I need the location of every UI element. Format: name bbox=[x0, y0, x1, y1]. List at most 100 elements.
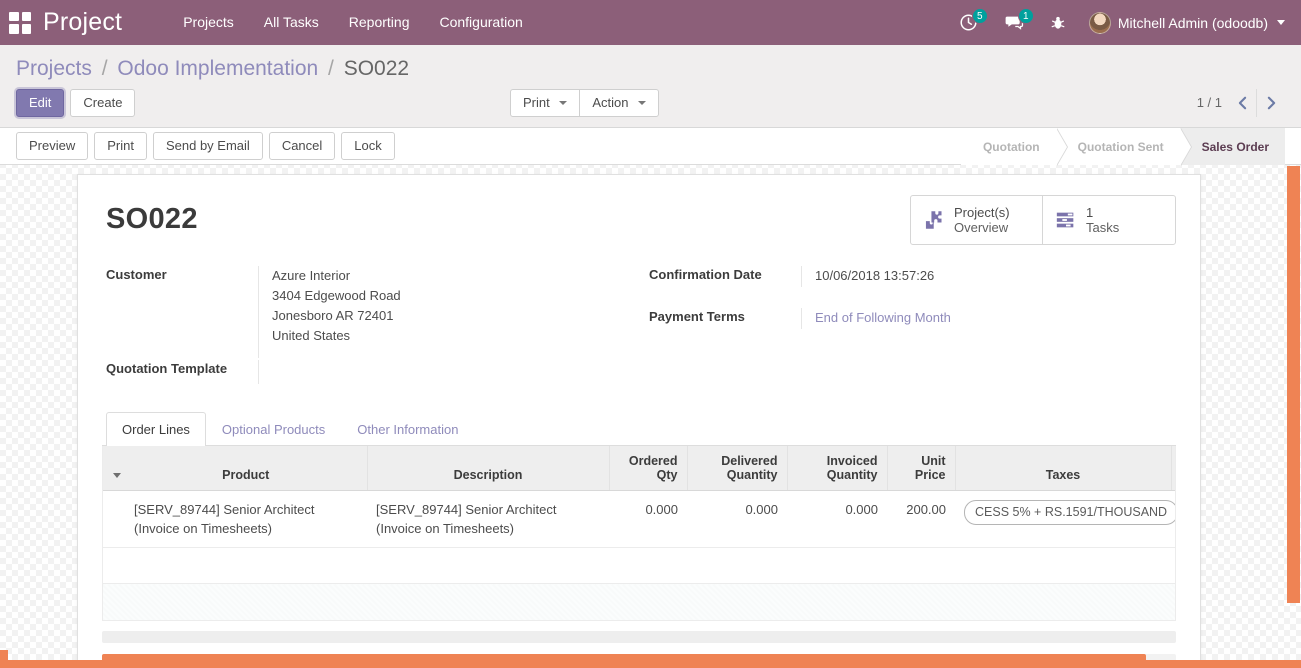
column-header-product[interactable]: Product bbox=[125, 446, 368, 491]
user-name-label: Mitchell Admin (odoodb) bbox=[1117, 14, 1268, 31]
messages-count-badge: 1 bbox=[1017, 8, 1034, 24]
messages-menu-button[interactable]: 1 bbox=[991, 0, 1037, 45]
print-button[interactable]: Print bbox=[94, 132, 147, 160]
vertical-scrollbar-thumb[interactable] bbox=[1287, 166, 1300, 603]
chevron-left-icon bbox=[1238, 96, 1247, 109]
status-step-sales-order[interactable]: Sales Order bbox=[1179, 128, 1285, 165]
stat-button-box: Project(s) Overview 1 Tasks bbox=[910, 195, 1176, 245]
field-customer-label: Customer bbox=[106, 267, 167, 282]
tax-tag[interactable]: CESS 5% + RS.1591/THOUSAND bbox=[964, 500, 1175, 525]
sort-handle-header[interactable] bbox=[103, 446, 125, 491]
control-panel-dropdowns: Print Action bbox=[510, 88, 660, 117]
column-header-taxes[interactable]: Taxes bbox=[955, 446, 1172, 491]
chevron-down-icon bbox=[1277, 20, 1285, 25]
status-step-quotation-sent[interactable]: Quotation Sent bbox=[1055, 127, 1192, 166]
form-column-right: Confirmation Date 10/06/2018 13:57:26 Pa… bbox=[641, 266, 1176, 386]
breadcrumb-separator-2: / bbox=[328, 57, 334, 80]
debug-menu-button[interactable] bbox=[1037, 0, 1079, 45]
cell-description[interactable]: [SERV_89744] Senior Architect (Invoice o… bbox=[367, 490, 609, 548]
column-header-delivered-quantity[interactable]: Delivered Quantity bbox=[687, 446, 788, 491]
navbar-systray: 5 1 Mitchell Admin (odoodb) bbox=[946, 0, 1301, 45]
tab-other-information[interactable]: Other Information bbox=[341, 412, 474, 446]
column-header-description[interactable]: Description bbox=[367, 446, 610, 491]
field-confirmation-date-value[interactable]: 10/06/2018 13:57:26 bbox=[801, 266, 1176, 287]
order-lines-scroll: Product Description Ordered Qty Delivere… bbox=[102, 446, 1176, 621]
create-button[interactable]: Create bbox=[70, 88, 136, 117]
odoo-app-window: Project Projects All Tasks Reporting Con… bbox=[0, 0, 1301, 668]
pager-previous-button[interactable] bbox=[1229, 88, 1257, 117]
order-lines-header-row: Product Description Ordered Qty Delivere… bbox=[103, 446, 1175, 491]
menu-item-projects[interactable]: Projects bbox=[168, 0, 249, 45]
customer-address-line-2: Jonesboro AR 72401 bbox=[272, 308, 394, 323]
stat-line-1: Project(s) bbox=[954, 205, 1010, 220]
avatar bbox=[1088, 11, 1111, 34]
field-customer-value[interactable]: Azure Interior 3404 Edgewood Road Jonesb… bbox=[258, 266, 641, 358]
cell-product[interactable]: [SERV_89744] Senior Architect (Invoice o… bbox=[125, 490, 367, 548]
control-panel: Projects / Odoo Implementation / SO022 E… bbox=[0, 45, 1301, 128]
cell-unit-price[interactable]: 200.00 bbox=[887, 490, 955, 548]
breadcrumb-projects[interactable]: Projects bbox=[16, 57, 92, 80]
cell-taxes[interactable]: CESS 5% + RS.1591/THOUSAND bbox=[955, 490, 1175, 548]
pager: 1 / 1 bbox=[1196, 88, 1285, 117]
order-lines-body: [SERV_89744] Senior Architect (Invoice o… bbox=[103, 490, 1175, 621]
cancel-button[interactable]: Cancel bbox=[268, 132, 336, 160]
caret-down-icon bbox=[638, 101, 647, 106]
cell-delivered-quantity[interactable]: 0.000 bbox=[687, 490, 787, 548]
column-header-invoiced-quantity[interactable]: Invoiced Quantity bbox=[787, 446, 888, 491]
stat-button-tasks-text: 1 Tasks bbox=[1086, 205, 1119, 235]
form-fields-grid: Customer Azure Interior 3404 Edgewood Ro… bbox=[102, 266, 1176, 386]
stat-button-tasks[interactable]: 1 Tasks bbox=[1043, 196, 1175, 244]
stat-button-projects-overview[interactable]: Project(s) Overview bbox=[911, 196, 1043, 244]
preview-button[interactable]: Preview bbox=[16, 132, 89, 160]
pager-next-button[interactable] bbox=[1257, 88, 1285, 117]
notebook-tabs: Order Lines Optional Products Other Info… bbox=[102, 412, 1176, 446]
sort-caret-icon bbox=[113, 473, 121, 479]
tab-optional-products[interactable]: Optional Products bbox=[206, 412, 341, 446]
stat-button-projects-overview-text: Project(s) Overview bbox=[954, 205, 1010, 235]
breadcrumb-odoo-implementation[interactable]: Odoo Implementation bbox=[117, 57, 318, 80]
list-bars-icon bbox=[1056, 212, 1074, 228]
payment-terms-link[interactable]: End of Following Month bbox=[815, 310, 951, 325]
status-step-quotation[interactable]: Quotation bbox=[960, 127, 1068, 166]
column-header-subtotal[interactable]: Subtotal bbox=[1171, 446, 1175, 491]
table-row[interactable]: [SERV_89744] Senior Architect (Invoice o… bbox=[103, 490, 1175, 548]
column-header-unit-price[interactable]: Unit Price bbox=[887, 446, 956, 491]
print-dropdown-label: Print bbox=[523, 94, 550, 110]
action-dropdown-button[interactable]: Action bbox=[579, 88, 660, 117]
table-add-line-row[interactable] bbox=[103, 583, 1175, 621]
menu-item-reporting[interactable]: Reporting bbox=[334, 0, 425, 45]
form-action-bar: Preview Print Send by Email Cancel Lock … bbox=[0, 127, 1301, 166]
send-by-email-button[interactable]: Send by Email bbox=[152, 132, 263, 160]
field-quotation-template-value[interactable] bbox=[258, 360, 641, 384]
action-dropdown-label: Action bbox=[592, 94, 629, 110]
tab-order-lines[interactable]: Order Lines bbox=[106, 412, 206, 446]
customer-link[interactable]: Azure Interior bbox=[272, 266, 641, 286]
menu-item-configuration[interactable]: Configuration bbox=[424, 0, 537, 45]
pager-buttons bbox=[1229, 88, 1285, 117]
cell-invoiced-quantity[interactable]: 0.000 bbox=[787, 490, 887, 548]
edit-button[interactable]: Edit bbox=[16, 88, 65, 117]
table-add-line-cell[interactable] bbox=[103, 583, 1175, 621]
order-lines-header: Product Description Ordered Qty Delivere… bbox=[103, 446, 1175, 491]
column-header-ordered-qty[interactable]: Ordered Qty bbox=[609, 446, 688, 491]
menu-item-all-tasks[interactable]: All Tasks bbox=[249, 0, 334, 45]
main-menu: Projects All Tasks Reporting Configurati… bbox=[168, 0, 538, 45]
table-inner-scroll-track[interactable] bbox=[102, 631, 1176, 643]
row-handle[interactable] bbox=[103, 490, 125, 548]
cell-ordered-qty[interactable]: 0.000 bbox=[609, 490, 687, 548]
customer-address-line-3: United States bbox=[272, 328, 351, 343]
print-dropdown-button[interactable]: Print bbox=[510, 88, 581, 117]
field-payment-terms-value[interactable]: End of Following Month bbox=[801, 308, 1176, 329]
caret-down-icon bbox=[559, 101, 568, 106]
app-brand-title[interactable]: Project bbox=[43, 8, 122, 37]
grid-apps-icon[interactable] bbox=[9, 11, 31, 34]
field-confirmation-date: Confirmation Date 10/06/2018 13:57:26 bbox=[649, 266, 1176, 287]
vertical-scrollbar[interactable] bbox=[1286, 166, 1301, 668]
stat-line-2: Tasks bbox=[1086, 220, 1120, 235]
lock-button[interactable]: Lock bbox=[341, 132, 395, 160]
activities-menu-button[interactable]: 5 bbox=[946, 0, 991, 45]
pager-value: 1 / 1 bbox=[1196, 95, 1222, 110]
user-menu-button[interactable]: Mitchell Admin (odoodb) bbox=[1079, 0, 1291, 45]
table-empty-cell bbox=[103, 547, 1175, 584]
customer-address-line-1: 3404 Edgewood Road bbox=[272, 288, 401, 303]
